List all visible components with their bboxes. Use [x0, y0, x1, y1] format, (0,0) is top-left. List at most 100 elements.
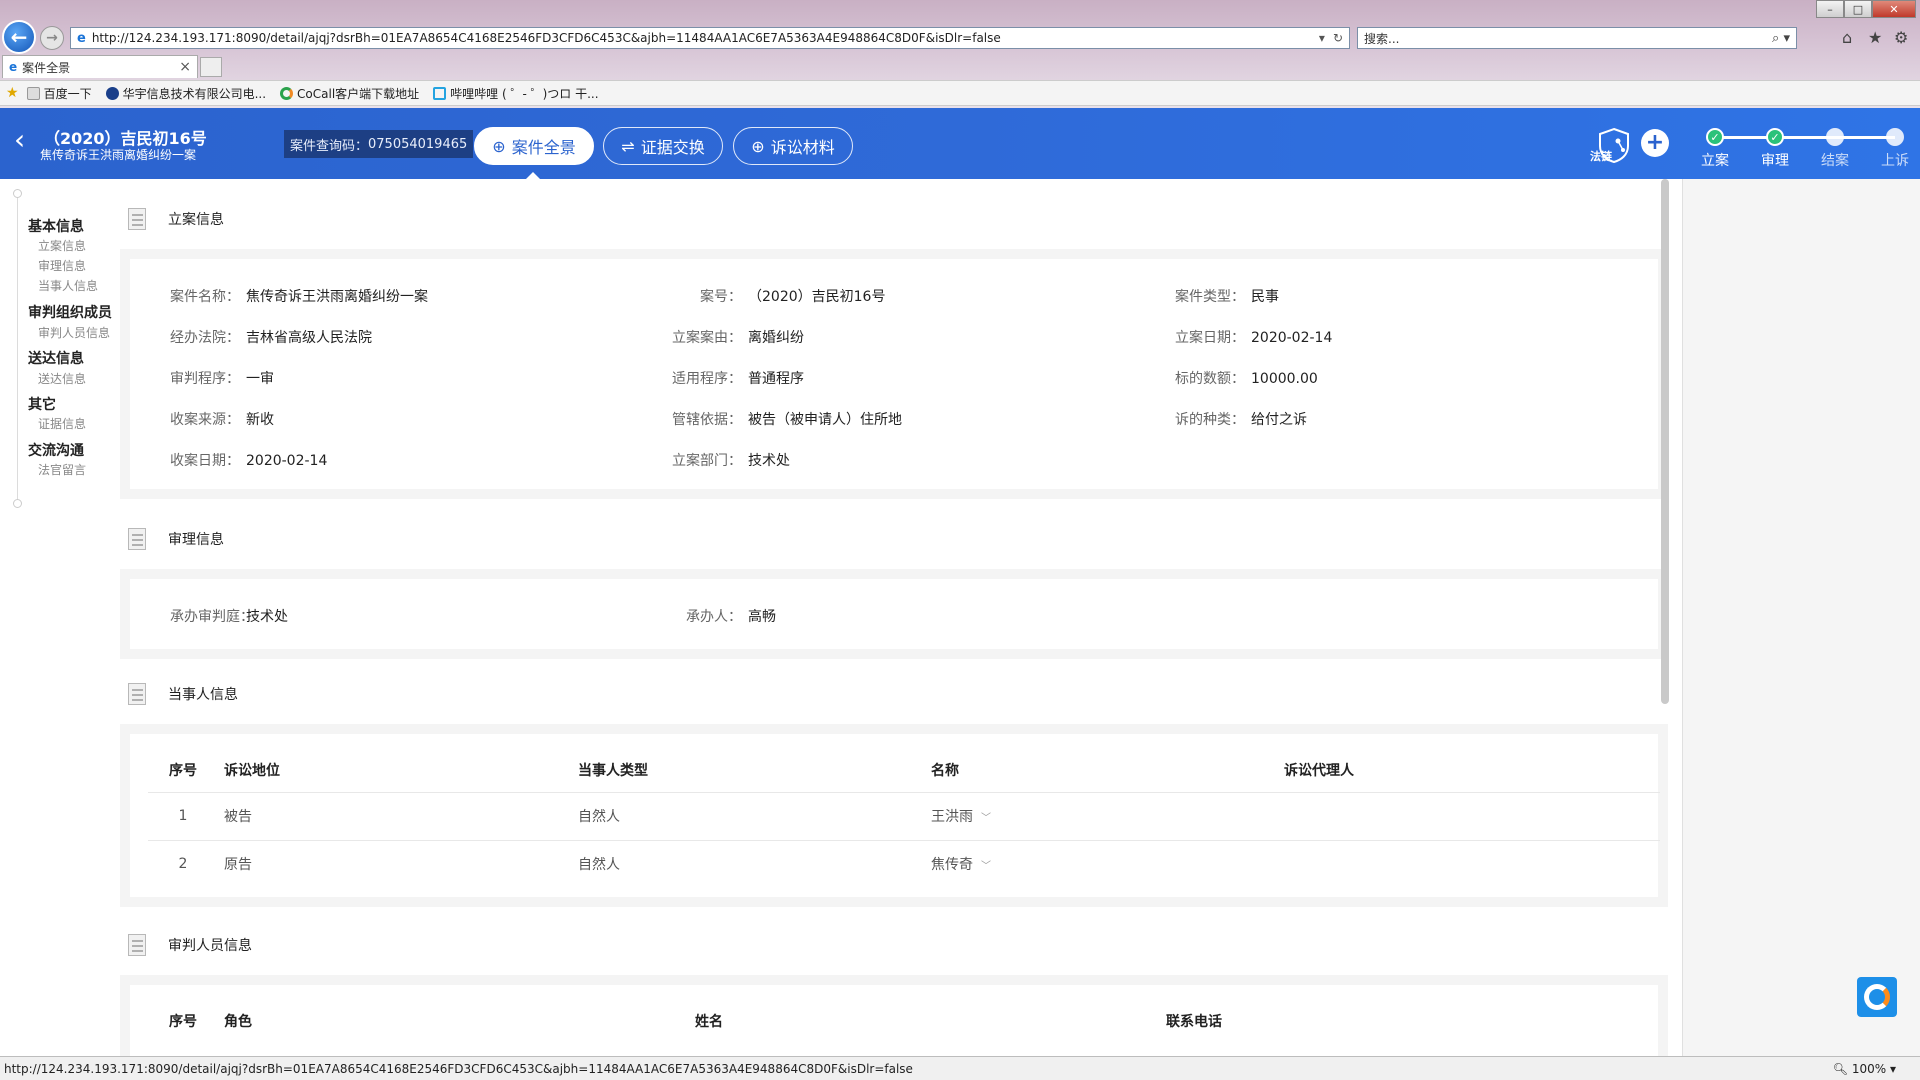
parties-panel: 序号 诉讼地位 当事人类型 名称 诉讼代理人 1 被告 自然人 王洪雨 ﹀ 2 … [120, 724, 1668, 907]
close-window-button[interactable]: ✕ [1872, 0, 1916, 18]
nav-group-tribunal[interactable]: 审判组织成员 [28, 302, 112, 322]
rail-dot [13, 499, 22, 508]
bilibili-logo-icon [433, 86, 447, 100]
rail-dot [13, 189, 22, 198]
fa-lian-badge[interactable]: 法链 [1590, 126, 1634, 164]
url-text[interactable]: http://124.234.193.171:8090/detail/ajqj?… [92, 31, 1311, 45]
cocall-logo-icon [280, 86, 294, 100]
fav-link-huayu[interactable]: 华宇信息技术有限公司电... [105, 85, 266, 102]
globe-icon: ⊕ [492, 136, 506, 156]
table-header-row: 序号 诉讼地位 当事人类型 名称 诉讼代理人 [169, 762, 1354, 779]
search-icon[interactable]: ⌕ ▾ [1772, 31, 1790, 46]
search-input[interactable]: 搜索... ⌕ ▾ [1357, 27, 1797, 49]
search-placeholder[interactable]: 搜索... [1364, 30, 1772, 47]
tab-evidence-exchange[interactable]: ⇌ 证据交换 [603, 127, 723, 165]
nav-item-filing[interactable]: 立案信息 [38, 237, 86, 254]
pending-dot-icon [1886, 128, 1904, 146]
right-side-pane [1682, 179, 1920, 1056]
nav-group-service[interactable]: 送达信息 [28, 348, 84, 368]
url-field[interactable]: e http://124.234.193.171:8090/detail/ajq… [70, 27, 1350, 49]
chevron-down-icon[interactable]: ﹀ [981, 857, 991, 872]
page-icon [26, 86, 40, 100]
home-icon[interactable]: ⌂ [1842, 28, 1852, 47]
globe-icon: ⊕ [751, 136, 765, 156]
check-icon: ✓ [1766, 128, 1784, 146]
section-title: 审判人员信息 [168, 938, 252, 954]
url-dropdown-icon[interactable]: ▾ [1319, 31, 1325, 45]
nav-item-parties[interactable]: 当事人信息 [38, 277, 98, 294]
filing-panel: 案件名称： 焦传奇诉王洪雨离婚纠纷一案 案号： （2020）吉民初16号 案件类型：… [120, 249, 1668, 499]
parties-panel-body: 序号 诉讼地位 当事人类型 名称 诉讼代理人 1 被告 自然人 王洪雨 ﹀ 2 … [130, 734, 1660, 897]
fav-link-cocall[interactable]: CoCall客户端下载地址 [280, 85, 419, 102]
section-header-judges: 审判人员信息 [128, 925, 1668, 965]
field-amount: 标的数额： 10000.00 [1175, 371, 1318, 387]
step-filing: ✓ 立案 [1690, 128, 1740, 170]
forward-button[interactable]: → [40, 26, 64, 50]
new-tab-button[interactable] [200, 57, 222, 77]
refresh-icon[interactable]: ↻ [1333, 31, 1343, 45]
tab-title: 案件全景 [22, 60, 71, 75]
section-header-parties: 当事人信息 [128, 674, 1668, 714]
table-header-row: 序号 角色 姓名 联系电话 [169, 1014, 1222, 1030]
step-closed: 结案 [1810, 128, 1860, 170]
case-name: 焦传奇诉王洪雨离婚纠纷一案 [40, 148, 197, 162]
field-filing-date: 立案日期： 2020-02-14 [1175, 330, 1333, 346]
step-appeal: 上诉 [1870, 128, 1920, 170]
fav-link-bilibili[interactable]: 哔哩哔哩 ( ゜- ゜)つロ 干... [433, 85, 599, 102]
field-cause: 立案案由： 离婚纠纷 [672, 330, 804, 346]
nav-item-service[interactable]: 送达信息 [38, 370, 86, 387]
browser-status-bar: http://124.234.193.171:8090/detail/ajqj?… [0, 1056, 1920, 1080]
add-button[interactable]: + [1641, 129, 1669, 157]
party-name-dropdown[interactable]: 焦传奇 ﹀ [925, 839, 1278, 888]
filing-panel-body: 案件名称： 焦传奇诉王洪雨离婚纠纷一案 案号： （2020）吉民初16号 案件类型：… [130, 259, 1658, 489]
trial-panel: 承办审判庭：技术处 承办人： 高畅 [120, 569, 1668, 659]
tab-case-overview[interactable]: ⊕ 案件全景 [474, 127, 594, 165]
back-arrow-icon[interactable]: ‹ [14, 126, 34, 156]
nav-item-evidence[interactable]: 证据信息 [38, 415, 86, 432]
browser-tab-active[interactable]: e 案件全景 × [2, 55, 198, 78]
field-case-name: 案件名称： 焦传奇诉王洪雨离婚纠纷一案 [170, 289, 428, 305]
huayu-logo-icon [105, 86, 119, 100]
party-name-dropdown[interactable]: 王洪雨 ﹀ [925, 791, 1278, 840]
maximize-button[interactable]: □ [1844, 0, 1872, 18]
document-icon [128, 934, 150, 956]
section-header-trial: 审理信息 [128, 519, 1668, 559]
tools-gear-icon[interactable]: ⚙ [1894, 28, 1908, 47]
case-progress-steps: ✓ 立案 ✓ 审理 结案 上诉 [1690, 108, 1920, 179]
favorites-add-icon[interactable]: ★ [6, 85, 19, 101]
browser-chrome: – □ ✕ ← → e http://124.234.193.171:8090/… [0, 0, 1920, 108]
field-receive-date: 收案日期： 2020-02-14 [170, 453, 328, 469]
nav-item-messages[interactable]: 法官留言 [38, 461, 86, 478]
nav-group-basic[interactable]: 基本信息 [28, 216, 84, 236]
parties-table: 序号 诉讼地位 当事人类型 名称 诉讼代理人 1 被告 自然人 王洪雨 ﹀ 2 … [148, 748, 1660, 888]
nav-group-communication[interactable]: 交流沟通 [28, 440, 84, 460]
judges-panel-body: 序号 角色 姓名 联系电话 [130, 985, 1658, 1056]
section-title: 审理信息 [168, 532, 224, 548]
back-button[interactable]: ← [2, 20, 36, 54]
cocall-float-icon[interactable] [1857, 977, 1897, 1017]
field-court: 经办法院： 吉林省高级人民法院 [170, 330, 372, 346]
step-trial: ✓ 审理 [1750, 128, 1800, 170]
favorites-star-icon[interactable]: ★ [1868, 28, 1882, 47]
document-icon [128, 528, 150, 550]
zoom-control[interactable]: 🔍︎ 100% ▾ [1833, 1062, 1896, 1076]
table-row: 2 原告 自然人 焦传奇 ﹀ [148, 839, 1660, 888]
section-header-filing: 立案信息 [128, 199, 1668, 239]
nav-item-judges[interactable]: 审判人员信息 [38, 324, 110, 341]
fav-link-baidu[interactable]: 百度一下 [26, 85, 92, 102]
pending-dot-icon [1826, 128, 1844, 146]
judges-panel: 序号 角色 姓名 联系电话 [120, 975, 1668, 1056]
nav-item-trial[interactable]: 审理信息 [38, 257, 86, 274]
document-icon [128, 208, 150, 230]
address-bar-row: ← → e http://124.234.193.171:8090/detail… [0, 20, 1920, 54]
section-title: 当事人信息 [168, 687, 238, 703]
content-scrollbar[interactable] [1661, 179, 1669, 704]
chevron-down-icon[interactable]: ﹀ [981, 809, 991, 824]
field-case-type: 案件类型： 民事 [1175, 289, 1279, 305]
check-icon: ✓ [1706, 128, 1724, 146]
nav-group-other[interactable]: 其它 [28, 394, 56, 414]
field-applicable-procedure: 适用程序： 普通程序 [672, 371, 804, 387]
minimize-button[interactable]: – [1816, 0, 1844, 18]
tab-close-icon[interactable]: × [179, 59, 191, 75]
tab-litigation-materials[interactable]: ⊕ 诉讼材料 [733, 127, 853, 165]
